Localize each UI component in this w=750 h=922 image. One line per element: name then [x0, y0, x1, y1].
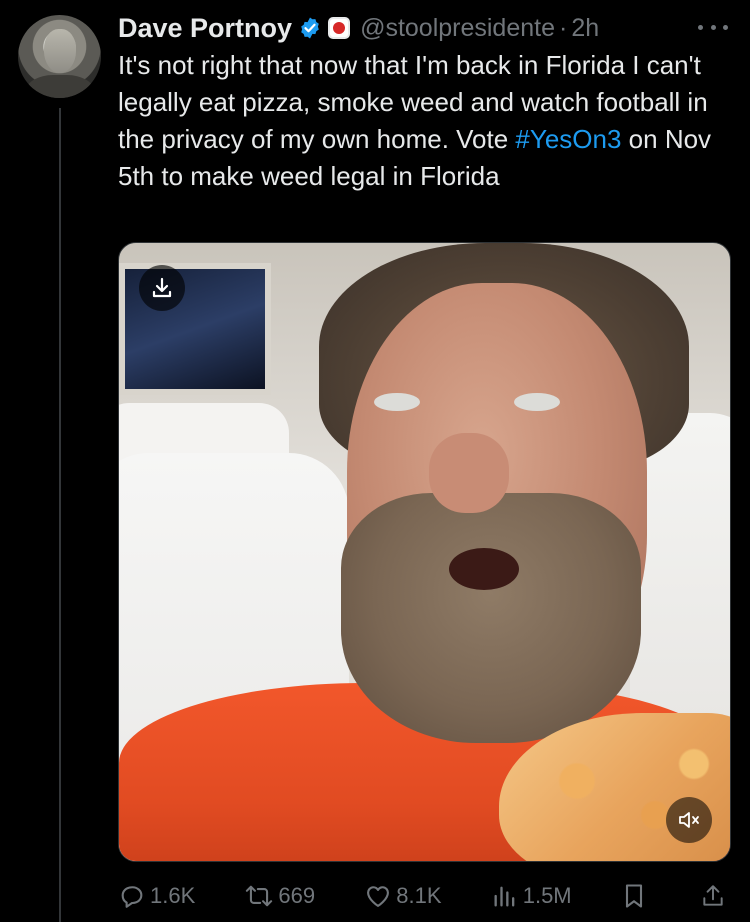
- person-beard: [341, 493, 641, 743]
- verified-badge-icon: [298, 16, 322, 40]
- share-icon: [703, 885, 723, 906]
- like-icon: [367, 886, 390, 907]
- more-icon[interactable]: [698, 20, 728, 34]
- views-count: 1.5M: [522, 883, 572, 908]
- repost-button[interactable]: 669: [244, 882, 315, 910]
- tweet-header: Dave Portnoy @stoolpresidente · 2h: [118, 10, 599, 46]
- mute-button[interactable]: [666, 797, 712, 843]
- download-icon: [152, 277, 172, 298]
- person-eye: [374, 393, 420, 411]
- tweet-time[interactable]: 2h: [571, 14, 599, 43]
- bookmark-icon: [625, 884, 642, 908]
- share-button[interactable]: [700, 882, 730, 910]
- avatar[interactable]: [18, 15, 101, 98]
- org-badge-icon[interactable]: [328, 17, 351, 39]
- author-handle[interactable]: @stoolpresidente: [360, 14, 555, 43]
- views-icon: [494, 886, 515, 907]
- download-button[interactable]: [139, 265, 185, 311]
- separator-dot: ·: [559, 13, 568, 42]
- bookmark-button[interactable]: [621, 882, 651, 910]
- person-mouth: [449, 548, 519, 590]
- reply-icon: [121, 886, 143, 908]
- avatar-face: [44, 29, 76, 73]
- person-eye: [514, 393, 560, 411]
- person-nose: [429, 433, 509, 513]
- reply-count: 1.6K: [150, 883, 196, 908]
- author-name[interactable]: Dave Portnoy: [118, 13, 292, 44]
- repost-icon: [246, 885, 273, 907]
- mute-icon: [679, 812, 699, 828]
- repost-count: 669: [278, 883, 316, 908]
- views-button[interactable]: 1.5M: [491, 882, 572, 910]
- avatar-shoulders: [26, 75, 94, 98]
- thread-line: [59, 108, 61, 922]
- like-button[interactable]: 8.1K: [364, 882, 442, 910]
- reply-button[interactable]: 1.6K: [118, 882, 195, 910]
- tweet-actions: 1.6K 669 8.1K 1.5M: [118, 876, 730, 916]
- like-count: 8.1K: [396, 883, 442, 908]
- video-player[interactable]: [118, 242, 731, 862]
- tweet-text: It's not right that now that I'm back in…: [118, 47, 718, 195]
- hashtag-link[interactable]: #YesOn3: [515, 124, 621, 154]
